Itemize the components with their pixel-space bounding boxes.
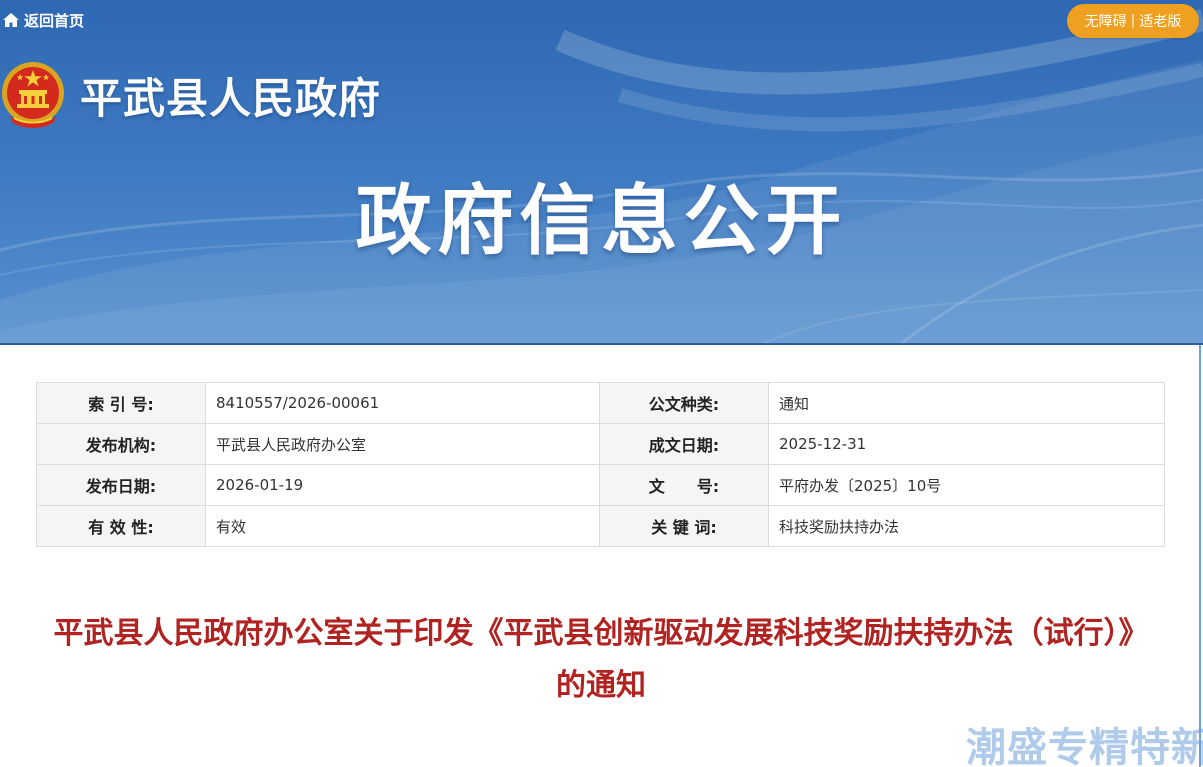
header-banner: 返回首页 无障碍 | 适老版 平武县人民政府 政府信息公开 <box>0 0 1203 345</box>
meta-label-publisher: 发布机构: <box>36 423 206 465</box>
national-emblem-icon <box>2 62 64 128</box>
home-icon <box>3 13 19 27</box>
table-row: 索 引 号: 8410557/2026-00061 公文种类: 通知 <box>36 382 1165 424</box>
table-row: 发布日期: 2026-01-19 文 号: 平府办发〔2025〕10号 <box>36 464 1165 506</box>
home-link[interactable]: 返回首页 <box>2 9 84 31</box>
accessibility-toggle: 无障碍 | 适老版 <box>1067 4 1199 38</box>
meta-value-doc-number: 平府办发〔2025〕10号 <box>768 464 1165 506</box>
table-row: 有 效 性: 有效 关 键 词: 科技奖励扶持办法 <box>36 505 1165 547</box>
document-title: 平武县人民政府办公室关于印发《平武县创新驱动发展科技奖励扶持办法（试行）》的通知 <box>53 616 1149 703</box>
accessible-mode-button[interactable]: 无障碍 <box>1085 11 1127 31</box>
meta-value-index-number: 8410557/2026-00061 <box>205 382 600 424</box>
table-row: 发布机构: 平武县人民政府办公室 成文日期: 2025-12-31 <box>36 423 1165 465</box>
meta-value-doc-type: 通知 <box>768 382 1165 424</box>
meta-value-written-date: 2025-12-31 <box>768 423 1165 465</box>
meta-label-written-date: 成文日期: <box>599 423 769 465</box>
document-meta-table: 索 引 号: 8410557/2026-00061 公文种类: 通知 发布机构:… <box>36 382 1165 547</box>
banner-wave-decoration <box>0 9 1203 345</box>
meta-value-publish-date: 2026-01-19 <box>205 464 600 506</box>
site-title: 平武县人民政府 <box>80 74 382 123</box>
meta-label-doc-type: 公文种类: <box>599 382 769 424</box>
meta-label-validity: 有 效 性: <box>36 505 206 547</box>
content-right-border <box>1199 345 1201 767</box>
meta-value-validity: 有效 <box>205 505 600 547</box>
meta-label-publish-date: 发布日期: <box>36 464 206 506</box>
watermark: 潮盛专精特新 <box>966 725 1203 767</box>
page: 返回首页 无障碍 | 适老版 平武县人民政府 政府信息公开 索 引 号: 841… <box>0 0 1203 767</box>
meta-label-doc-number: 文 号: <box>599 464 769 506</box>
banner-divider <box>0 343 1203 345</box>
home-link-label: 返回首页 <box>24 11 85 30</box>
meta-label-index-number: 索 引 号: <box>36 382 206 424</box>
banner-title: 政府信息公开 <box>355 176 848 265</box>
accessibility-separator: | <box>1130 13 1136 29</box>
meta-value-keywords: 科技奖励扶持办法 <box>768 505 1165 547</box>
elderly-mode-button[interactable]: 适老版 <box>1139 11 1181 31</box>
meta-label-keywords: 关 键 词: <box>599 505 769 547</box>
meta-value-publisher: 平武县人民政府办公室 <box>205 423 600 465</box>
